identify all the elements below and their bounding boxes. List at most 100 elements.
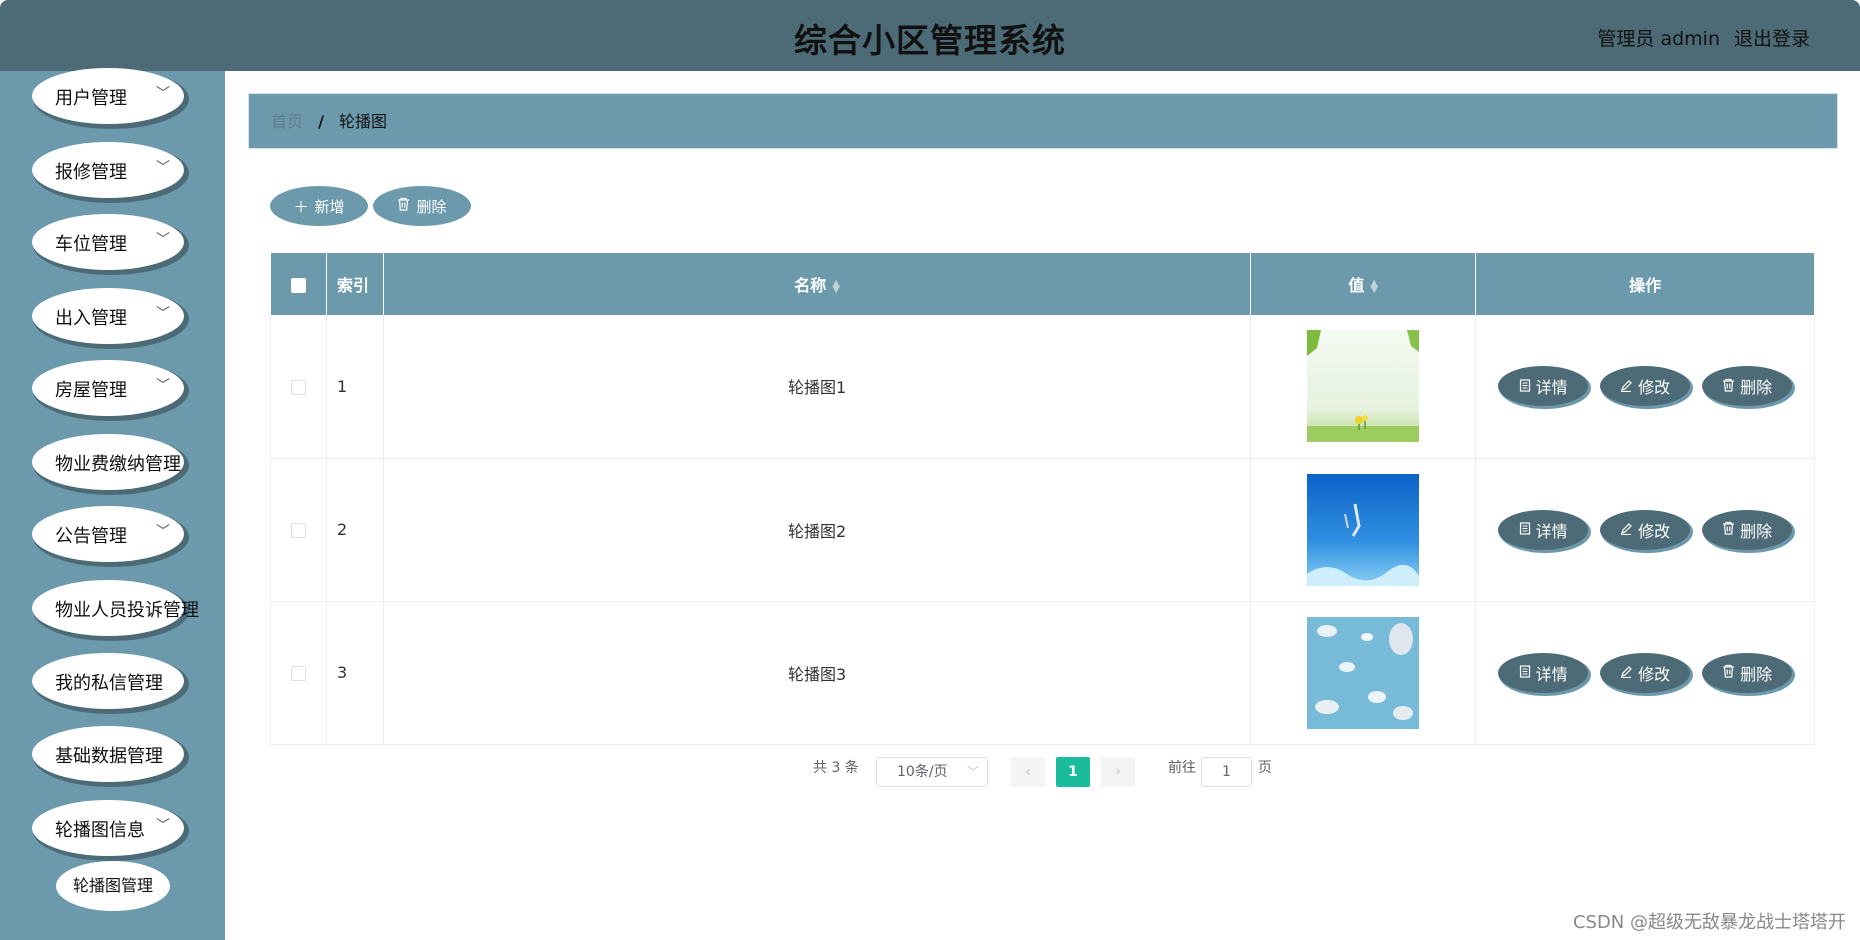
breadcrumb-current: 轮播图: [339, 112, 388, 131]
goto-label: 前往: [1168, 760, 1196, 776]
row-checkbox[interactable]: [290, 666, 306, 681]
table-row: 3 轮播图3 详情 修改 删除: [270, 601, 1815, 745]
delete-button[interactable]: 删除: [1702, 652, 1793, 693]
chevron-down-icon: ﹀: [156, 378, 170, 394]
sidebar-item-label: 公告管理: [55, 526, 127, 547]
delete-button[interactable]: 删除: [1702, 509, 1793, 550]
sidebar-item-0[interactable]: 用户管理 ﹀: [32, 68, 184, 124]
chevron-down-icon: ﹀: [156, 232, 170, 248]
sidebar-item-3[interactable]: 出入管理 ﹀: [32, 288, 184, 344]
row-select-cell[interactable]: [270, 601, 327, 745]
row-value-cell: [1250, 458, 1477, 602]
edit-button[interactable]: 修改: [1600, 652, 1691, 693]
detail-button[interactable]: 详情: [1498, 366, 1589, 407]
meadow-flower-image: [1251, 330, 1475, 443]
header-name[interactable]: 名称 ▲ ▼: [383, 253, 1252, 315]
detail-button[interactable]: 详情: [1498, 509, 1589, 550]
sidebar-item-label: 物业人员投诉管理: [55, 600, 199, 621]
row-select-cell[interactable]: [270, 315, 327, 459]
sort-icon[interactable]: ▲ ▼: [1370, 278, 1378, 294]
pencil-icon: [1620, 663, 1633, 682]
sidebar-item-label: 物业费缴纳管理: [55, 454, 181, 475]
header-ops: 操作: [1475, 253, 1815, 315]
sidebar-item-4[interactable]: 房屋管理 ﹀: [32, 360, 184, 416]
sidebar-item-label: 出入管理: [55, 308, 127, 329]
header-value-label: 值: [1348, 276, 1365, 295]
chevron-down-icon: ﹀: [156, 306, 170, 322]
row-select-cell[interactable]: [270, 458, 327, 602]
breadcrumb-home[interactable]: 首页: [271, 112, 303, 131]
page-number-button[interactable]: 1: [1056, 757, 1090, 787]
row-ops-cell: 详情 修改 删除: [1475, 601, 1815, 745]
row-name: 轮播图2: [383, 458, 1252, 602]
current-user: 管理员 admin: [1597, 28, 1720, 50]
row-name: 轮播图1: [383, 315, 1252, 459]
sidebar-item-10[interactable]: 轮播图信息 ﹀: [32, 800, 184, 856]
delete-button[interactable]: 删除: [1702, 366, 1793, 407]
sidebar-item-label: 报修管理: [55, 162, 127, 183]
document-icon: [1519, 663, 1531, 682]
document-icon: [1519, 520, 1531, 539]
row-ops-cell: 详情 修改 删除: [1475, 315, 1815, 459]
sidebar-item-6[interactable]: 公告管理 ﹀: [32, 506, 184, 562]
trash-icon: [1722, 663, 1735, 682]
sky-clouds-image: [1251, 616, 1475, 729]
sidebar-item-5[interactable]: 物业费缴纳管理: [32, 434, 184, 490]
add-button[interactable]: ＋ 新增: [270, 186, 368, 226]
document-icon: [1519, 377, 1531, 396]
trash-icon: [1722, 520, 1735, 539]
trash-icon: [397, 197, 410, 215]
edit-label: 修改: [1638, 521, 1671, 541]
edit-label: 修改: [1638, 378, 1671, 398]
logout-link[interactable]: 退出登录: [1734, 24, 1810, 51]
header-name-label: 名称: [794, 276, 827, 295]
breadcrumb-separator: /: [318, 112, 324, 131]
next-page-button[interactable]: ›: [1101, 757, 1135, 787]
watermark: CSDN @超级无敌暴龙战士塔塔开: [1572, 912, 1846, 933]
sidebar-item-7[interactable]: 物业人员投诉管理: [32, 580, 199, 636]
add-button-label: 新增: [314, 197, 345, 216]
table-row: 1 轮播图1 详情 修改 删除: [270, 315, 1815, 459]
detail-label: 详情: [1535, 664, 1568, 684]
header-select-all[interactable]: [270, 253, 327, 315]
row-checkbox[interactable]: [290, 379, 306, 395]
sidebar-item-label: 轮播图信息: [55, 820, 145, 841]
row-index: 2: [326, 458, 384, 602]
pencil-icon: [1620, 377, 1633, 396]
row-index: 1: [326, 315, 384, 459]
select-all-checkbox[interactable]: [290, 277, 306, 293]
sidebar-item-label: 基础数据管理: [55, 746, 163, 767]
top-header: 综合小区管理系统 管理员 admin 退出登录: [0, 0, 1860, 71]
table-row: 2 轮播图2 详情 修改 删除: [270, 458, 1815, 602]
prev-page-button[interactable]: ‹: [1011, 757, 1045, 787]
delete-label: 删除: [1740, 378, 1773, 398]
plus-icon: ＋: [293, 197, 309, 216]
page-size-select[interactable]: 10条/页 ﹀: [876, 757, 988, 787]
app-title: 综合小区管理系统: [794, 21, 1066, 60]
page-size-value: 10条/页: [897, 764, 948, 780]
detail-button[interactable]: 详情: [1498, 652, 1589, 693]
edit-label: 修改: [1638, 664, 1671, 684]
header-value[interactable]: 值 ▲ ▼: [1250, 253, 1477, 315]
pencil-icon: [1620, 520, 1633, 539]
sidebar-subitem-carousel-management[interactable]: 轮播图管理: [56, 861, 170, 911]
row-index: 3: [326, 601, 384, 745]
breadcrumb: 首页 / 轮播图: [248, 93, 1838, 149]
blue-sky-bird-image: [1251, 473, 1475, 586]
chevron-down-icon: ﹀: [156, 818, 170, 834]
delete-label: 删除: [1740, 664, 1773, 684]
row-checkbox[interactable]: [290, 523, 306, 538]
sidebar-item-1[interactable]: 报修管理 ﹀: [32, 142, 184, 198]
row-name: 轮播图3: [383, 601, 1252, 745]
sidebar-item-2[interactable]: 车位管理 ﹀: [32, 214, 184, 270]
edit-button[interactable]: 修改: [1600, 366, 1691, 407]
detail-label: 详情: [1535, 521, 1568, 541]
edit-button[interactable]: 修改: [1600, 509, 1691, 550]
sidebar-item-9[interactable]: 基础数据管理: [32, 726, 184, 782]
trash-icon: [1722, 377, 1735, 396]
goto-page-input[interactable]: [1201, 757, 1252, 787]
page-suffix: 页: [1258, 760, 1272, 776]
batch-delete-button[interactable]: 删除: [373, 186, 471, 226]
sidebar-item-8[interactable]: 我的私信管理: [32, 653, 184, 709]
sort-icon[interactable]: ▲ ▼: [832, 278, 840, 294]
